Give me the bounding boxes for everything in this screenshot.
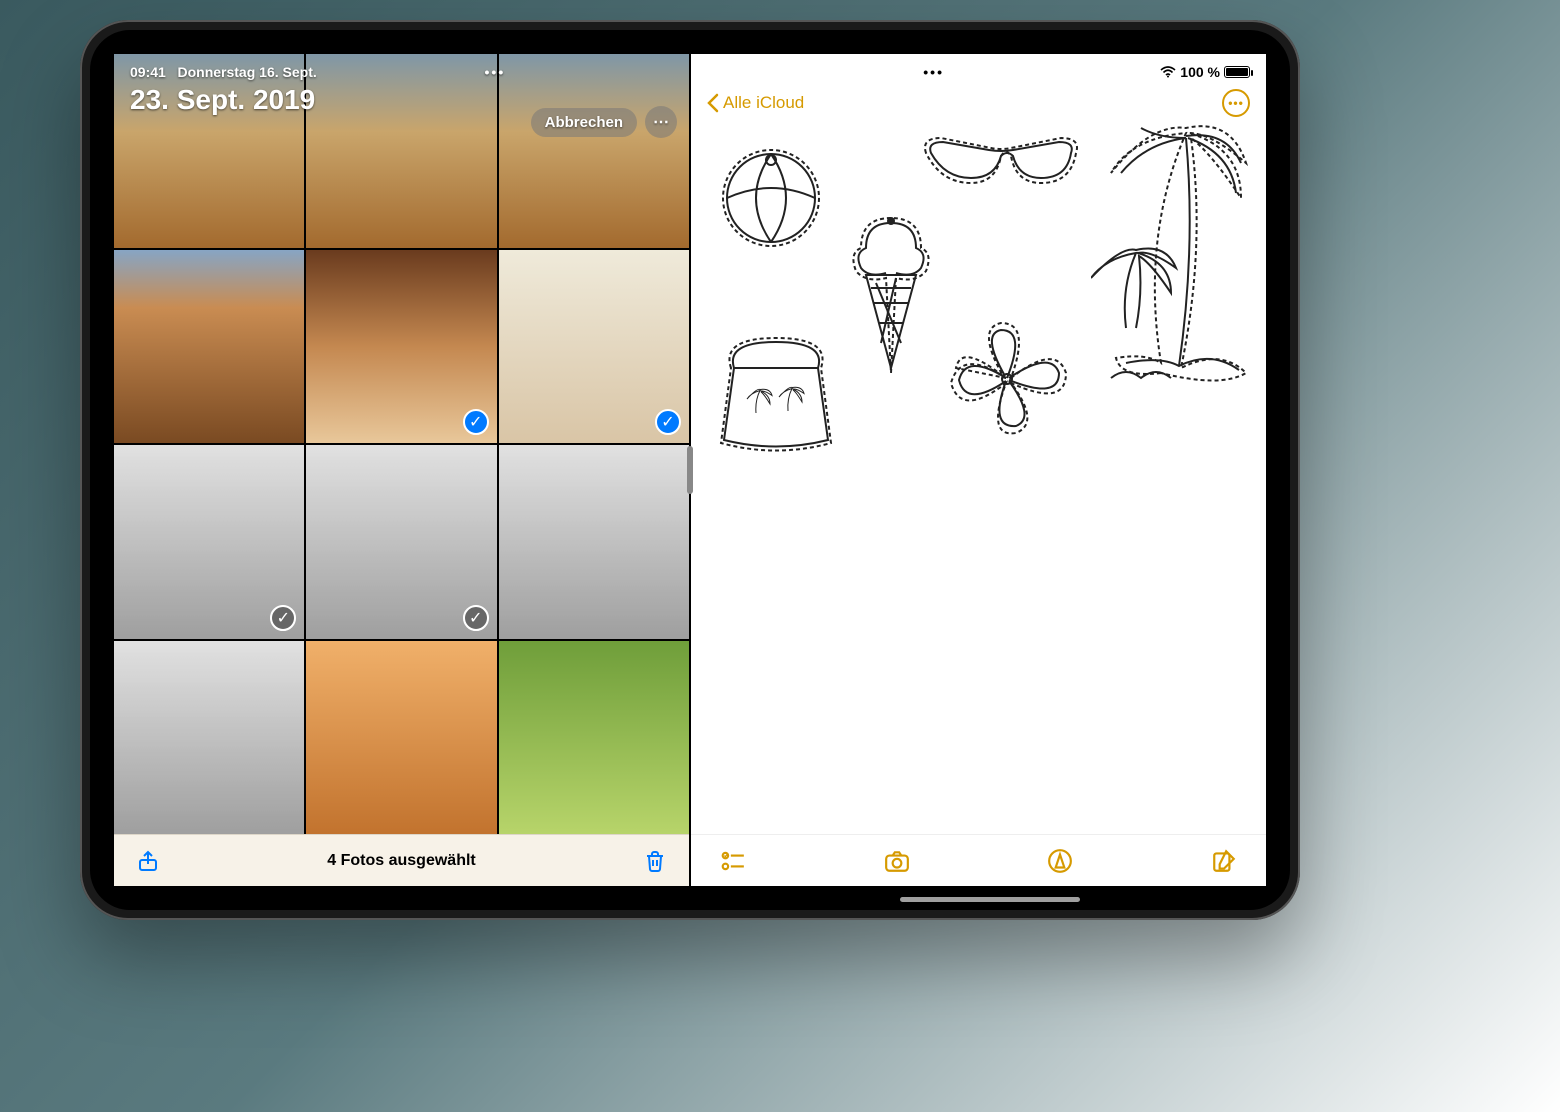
- note-canvas[interactable]: [691, 118, 1266, 834]
- checklist-icon: [720, 848, 746, 874]
- home-indicator[interactable]: [900, 897, 1080, 902]
- photo-thumbnail[interactable]: ✓: [114, 445, 304, 639]
- photo-thumbnail[interactable]: [114, 250, 304, 444]
- sketch-beach-bag: [706, 328, 846, 458]
- photos-toolbar: 4 Fotos ausgewählt: [114, 834, 689, 886]
- status-date: Donnerstag 16. Sept.: [177, 64, 316, 80]
- camera-icon: [884, 848, 910, 874]
- photo-thumbnail[interactable]: [114, 641, 304, 835]
- note-more-button[interactable]: •••: [1222, 89, 1250, 117]
- sketch-ice-cream: [841, 213, 941, 383]
- selected-check-icon: ✓: [463, 605, 489, 631]
- wifi-icon: [1160, 66, 1176, 78]
- ellipsis-icon: •••: [1228, 96, 1244, 110]
- markup-icon: [1047, 848, 1073, 874]
- sketch-sunglasses: [921, 128, 1091, 208]
- ellipsis-icon: ⋯: [653, 112, 669, 132]
- photo-thumbnail[interactable]: ✓: [306, 445, 496, 639]
- ipad-device-frame: 09:41 Donnerstag 16. Sept. ••• 23. Sept.…: [80, 20, 1300, 920]
- photo-thumbnail[interactable]: ✓: [499, 250, 689, 444]
- share-button[interactable]: [134, 847, 162, 875]
- home-indicator[interactable]: [300, 897, 480, 902]
- selected-check-icon: ✓: [270, 605, 296, 631]
- photos-grid: ✓ ✓ ✓ ✓: [114, 54, 689, 834]
- markup-button[interactable]: [1046, 847, 1074, 875]
- status-battery: 100 %: [1160, 64, 1250, 80]
- photos-header: 09:41 Donnerstag 16. Sept. ••• 23. Sept.…: [114, 54, 689, 122]
- compose-icon: [1211, 848, 1237, 874]
- delete-button[interactable]: [641, 847, 669, 875]
- sketch-flower: [931, 308, 1081, 448]
- notes-toolbar: [691, 834, 1266, 886]
- notes-app: ••• 100 % Alle iCloud •••: [691, 54, 1266, 886]
- chevron-left-icon: [707, 93, 719, 113]
- sketch-beach-ball: [711, 138, 831, 258]
- split-view-handle[interactable]: [687, 446, 693, 494]
- share-icon: [136, 849, 160, 873]
- compose-button[interactable]: [1210, 847, 1238, 875]
- cancel-button[interactable]: Abbrechen: [531, 108, 637, 137]
- status-bar-left: 09:41 Donnerstag 16. Sept. •••: [130, 64, 673, 80]
- camera-button[interactable]: [883, 847, 911, 875]
- more-button[interactable]: ⋯: [645, 106, 677, 138]
- photos-app: 09:41 Donnerstag 16. Sept. ••• 23. Sept.…: [114, 54, 689, 886]
- photo-thumbnail[interactable]: [306, 641, 496, 835]
- photo-thumbnail[interactable]: [499, 445, 689, 639]
- battery-percent: 100 %: [1180, 64, 1220, 80]
- photo-thumbnail[interactable]: [499, 641, 689, 835]
- checklist-button[interactable]: [719, 847, 747, 875]
- photo-thumbnail[interactable]: ✓: [306, 250, 496, 444]
- sketch-palm-tree: [1091, 118, 1261, 398]
- status-bar-right: ••• 100 %: [691, 64, 1266, 80]
- multitask-dots-icon[interactable]: •••: [485, 64, 506, 80]
- selected-check-icon: ✓: [655, 409, 681, 435]
- multitask-dots-icon[interactable]: •••: [923, 64, 944, 80]
- trash-icon: [643, 849, 667, 873]
- back-button[interactable]: Alle iCloud: [707, 93, 804, 113]
- status-time: 09:41: [130, 64, 166, 80]
- ipad-screen: 09:41 Donnerstag 16. Sept. ••• 23. Sept.…: [90, 30, 1290, 910]
- selected-check-icon: ✓: [463, 409, 489, 435]
- selection-count-label: 4 Fotos ausgewählt: [327, 852, 475, 870]
- back-label: Alle iCloud: [723, 93, 804, 113]
